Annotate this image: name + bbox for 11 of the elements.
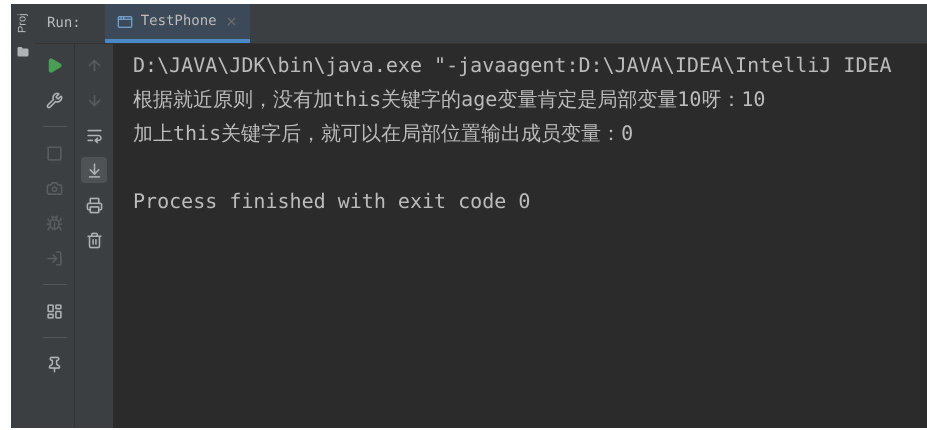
side-tab[interactable]: Proj [14,13,32,33]
window-icon [116,14,133,30]
folder-icon [17,46,29,58]
exit-message: Process finished with exit code 0 [133,188,530,215]
run-label: Run: [46,14,82,33]
close-icon[interactable] [224,15,238,28]
run-tab[interactable]: TestPhone [104,4,250,43]
console-line: D:\JAVA\JDK\bin\java.exe "-javaagent:D:\JAVA\IDEA\IntelliJ IDEA [133,52,892,79]
console-line: 加上this关键字后，就可以在局部位置输出成员变量：0 [133,120,634,147]
scroll-to-end-icon[interactable] [81,157,107,183]
console-line: 根据就近原则，没有加this关键字的age变量肯定是局部变量10呀：10 [133,86,766,113]
